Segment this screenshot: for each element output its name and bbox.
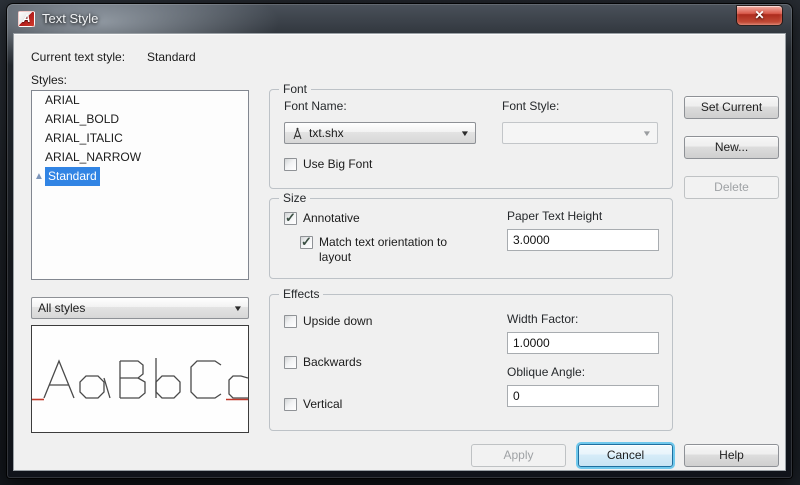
use-big-font-checkbox[interactable]: Use Big Font	[284, 157, 372, 172]
checkbox-checked: ✓	[284, 210, 297, 225]
style-item-arial-bold[interactable]: ARIAL_BOLD	[32, 110, 248, 129]
desktop-background: { "icons": { "app_letter": "A", "close":…	[0, 0, 800, 485]
style-item-standard[interactable]: ▲ Standard	[32, 167, 248, 186]
text-style-dialog: A Text Style ✕ Current text style: Stand…	[7, 4, 792, 478]
style-item-arial-narrow[interactable]: ARIAL_NARROW	[32, 148, 248, 167]
close-icon: ✕	[754, 8, 765, 22]
effects-group-title: Effects	[279, 287, 324, 301]
backwards-checkbox[interactable]: Backwards	[284, 355, 362, 370]
close-button[interactable]: ✕	[736, 5, 783, 26]
use-big-font-label: Use Big Font	[303, 157, 373, 171]
match-orientation-checkbox[interactable]: ✓ Match text orientation to layout	[300, 234, 465, 265]
checkbox-checked: ✓	[300, 234, 313, 249]
effects-group: Effects Upside down Backwards Vertical W…	[269, 287, 673, 431]
checkbox-unchecked	[284, 398, 297, 411]
upside-down-checkbox[interactable]: Upside down	[284, 314, 372, 329]
paper-height-input[interactable]	[507, 229, 659, 251]
paper-height-label: Paper Text Height	[507, 209, 603, 223]
chevron-down-icon: ▼	[459, 128, 471, 138]
checkbox-unchecked	[284, 158, 297, 171]
font-style-dropdown: ▼	[502, 122, 658, 144]
vertical-checkbox[interactable]: Vertical	[284, 397, 342, 412]
style-filter-dropdown[interactable]: All styles ▼	[31, 297, 249, 319]
annotative-icon: ▲	[34, 171, 44, 182]
style-item-arial[interactable]: ARIAL	[32, 91, 248, 110]
apply-button: Apply	[471, 444, 566, 467]
oblique-angle-input[interactable]	[507, 385, 659, 407]
font-name-dropdown[interactable]: txt.shx ▼	[284, 122, 476, 144]
backwards-label: Backwards	[303, 355, 362, 369]
styles-label: Styles:	[31, 73, 68, 87]
font-name-value: txt.shx	[309, 126, 344, 140]
titlebar[interactable]: A Text Style ✕	[7, 4, 792, 33]
new-button[interactable]: New...	[684, 136, 779, 159]
current-style-label: Current text style:	[31, 50, 126, 64]
set-current-button[interactable]: Set Current	[684, 96, 779, 119]
window-title: Text Style	[42, 11, 99, 26]
font-group: Font Font Name: txt.shx ▼ Font Style: ▼	[269, 82, 673, 189]
cancel-button[interactable]: Cancel	[578, 444, 673, 467]
current-style-value: Standard	[147, 50, 196, 64]
width-factor-input[interactable]	[507, 332, 659, 354]
shx-font-icon	[293, 127, 302, 139]
font-name-label: Font Name:	[284, 99, 347, 113]
app-icon-letter: A	[22, 12, 31, 25]
font-style-label: Font Style:	[502, 99, 560, 113]
checkbox-unchecked	[284, 315, 297, 328]
font-preview-box	[31, 325, 249, 433]
delete-button: Delete	[684, 176, 779, 199]
dialog-body: Current text style: Standard Styles: ARI…	[13, 33, 786, 471]
check-icon: ✓	[285, 210, 296, 225]
annotative-checkbox[interactable]: ✓ Annotative	[284, 210, 360, 226]
style-filter-value: All styles	[38, 301, 86, 315]
shx-preview-drawing	[32, 358, 248, 401]
styles-list: ARIAL ARIAL_BOLD ARIAL_ITALIC ARIAL_NARR…	[31, 90, 249, 280]
chevron-down-icon: ▼	[641, 128, 653, 138]
size-group: Size ✓ Annotative ✓ Match text orientati…	[269, 191, 673, 279]
chevron-down-icon: ▼	[232, 303, 244, 313]
annotative-label: Annotative	[303, 211, 360, 225]
width-factor-label: Width Factor:	[507, 312, 579, 326]
font-group-title: Font	[279, 82, 312, 96]
autocad-app-icon: A	[18, 10, 35, 27]
match-orientation-label: Match text orientation to layout	[319, 235, 448, 264]
help-button[interactable]: Help	[684, 444, 779, 467]
style-item-arial-italic[interactable]: ARIAL_ITALIC	[32, 129, 248, 148]
checkbox-unchecked	[284, 356, 297, 369]
upside-down-label: Upside down	[303, 314, 373, 328]
check-icon: ✓	[301, 234, 312, 249]
oblique-angle-label: Oblique Angle:	[507, 365, 586, 379]
vertical-label: Vertical	[303, 397, 343, 411]
size-group-title: Size	[279, 191, 311, 205]
current-style-row: Current text style: Standard	[31, 50, 196, 64]
